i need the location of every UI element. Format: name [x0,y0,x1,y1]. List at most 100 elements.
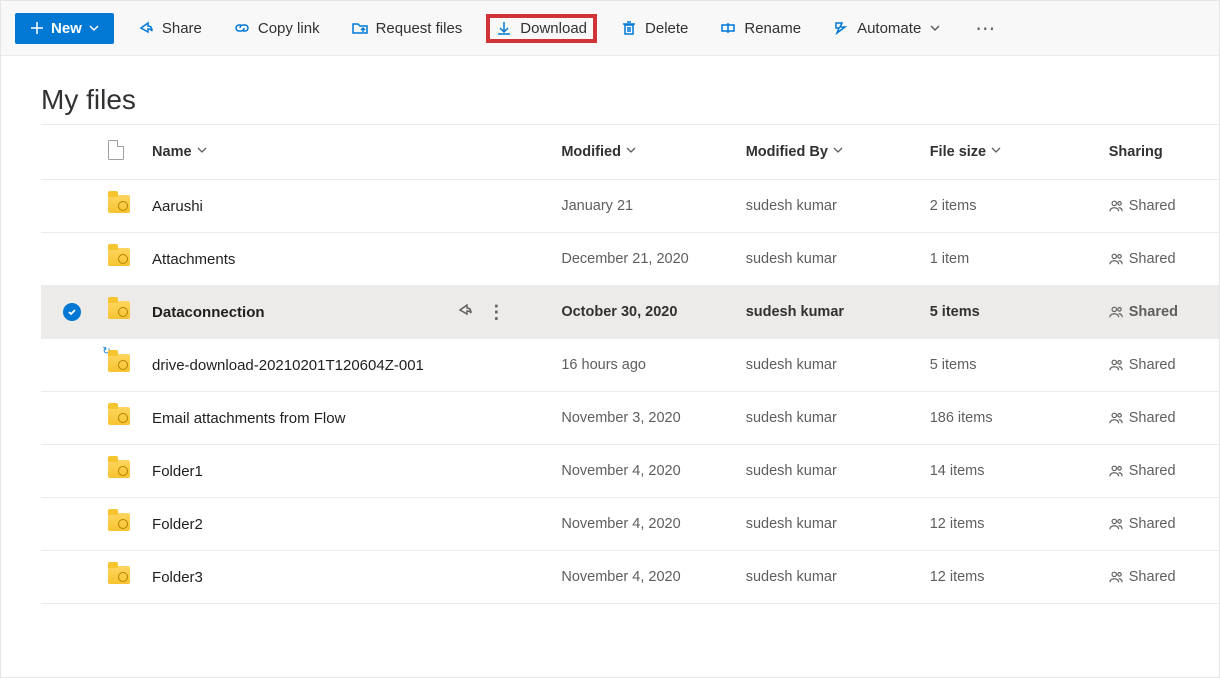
table-row[interactable]: Folder1November 4, 2020sudesh kumar14 it… [41,445,1219,498]
item-name[interactable]: Folder1 [152,463,203,480]
cell-sharing[interactable]: Shared [1109,516,1211,532]
folder-icon [108,248,130,266]
header-file-size[interactable]: File size [922,125,1101,180]
toolbar: New Share Copy link Request files Downlo… [1,1,1219,56]
sharing-label: Shared [1129,198,1176,214]
chevron-down-icon [196,144,208,156]
table-row[interactable]: Attachments December 21, 2020sudesh kumar… [41,233,1219,286]
cell-sharing[interactable]: Shared [1109,463,1211,479]
sharing-label: Shared [1129,569,1176,585]
rename-button[interactable]: Rename [712,14,809,43]
copy-link-button[interactable]: Copy link [226,14,328,43]
folder-icon [108,513,130,531]
item-name[interactable]: Email attachments from Flow [152,410,345,427]
cell-size: 5 items [922,339,1101,392]
download-button[interactable]: Download [486,14,597,43]
people-icon [1109,517,1123,531]
rename-icon [720,20,736,36]
new-button[interactable]: New [15,13,114,44]
chevron-down-icon [88,22,100,34]
table-row[interactable]: Email attachments from Flow November 3, 2… [41,392,1219,445]
cell-size: 2 items [922,180,1101,233]
people-icon [1109,199,1123,213]
table-header-row: Name Modified Modified By File size Shar… [41,125,1219,180]
delete-label: Delete [645,20,688,37]
item-name[interactable]: drive-download-20210201T120604Z-001 [152,357,424,374]
item-name[interactable]: Folder2 [152,516,203,533]
delete-icon [621,20,637,36]
header-sharing[interactable]: Sharing [1101,125,1219,180]
more-button[interactable]: ⋯ [965,10,1005,47]
sharing-label: Shared [1129,251,1176,267]
header-modified[interactable]: Modified [553,125,737,180]
delete-button[interactable]: Delete [613,14,696,43]
cell-sharing[interactable]: Shared [1109,251,1211,267]
folder-icon [108,195,130,213]
cell-modified-by: sudesh kumar [738,233,922,286]
folder-icon [108,354,130,372]
cell-modified: January 21 [553,180,737,233]
cell-modified-by: sudesh kumar [738,180,922,233]
request-files-button[interactable]: Request files [344,14,471,43]
cell-size: 5 items [922,286,1101,339]
cell-modified: December 21, 2020 [553,233,737,286]
row-more-icon[interactable]: ⋮ [487,307,505,317]
item-name[interactable]: Aarushi [152,198,203,215]
cell-sharing[interactable]: Shared [1109,569,1211,585]
download-icon [496,20,512,36]
chevron-down-icon [929,22,941,34]
people-icon [1109,305,1123,319]
header-file-type[interactable] [100,125,144,180]
cell-sharing[interactable]: Shared [1109,357,1211,373]
selected-check-icon[interactable] [63,303,81,321]
cell-modified-by: sudesh kumar [738,498,922,551]
folder-icon [108,566,130,584]
cell-sharing[interactable]: Shared [1109,410,1211,426]
item-name[interactable]: Folder3 [152,569,203,586]
cell-modified-by: sudesh kumar [738,445,922,498]
folder-icon [108,460,130,478]
table-row[interactable]: Aarushi January 21sudesh kumar2 items Shar… [41,180,1219,233]
automate-icon [833,20,849,36]
cell-modified: November 3, 2020 [553,392,737,445]
sharing-label: Shared [1129,304,1178,320]
file-table: Name Modified Modified By File size Shar… [41,124,1219,604]
row-share-icon[interactable] [457,302,473,322]
header-name[interactable]: Name [144,125,553,180]
automate-label: Automate [857,20,921,37]
table-row[interactable]: Folder2 November 4, 2020sudesh kumar12 it… [41,498,1219,551]
cell-modified: November 4, 2020 [553,551,737,604]
sharing-label: Shared [1129,410,1176,426]
sharing-label: Shared [1129,516,1176,532]
cell-modified: October 30, 2020 [553,286,737,339]
cell-sharing[interactable]: Shared [1109,304,1211,320]
share-button[interactable]: Share [130,14,210,43]
cell-modified-by: sudesh kumar [738,339,922,392]
folder-request-icon [352,20,368,36]
chevron-down-icon [990,144,1002,156]
people-icon [1109,358,1123,372]
table-row[interactable]: ↻drive-download-20210201T120604Z-00116 h… [41,339,1219,392]
cell-modified-by: sudesh kumar [738,551,922,604]
item-name[interactable]: Attachments [152,251,235,268]
people-icon [1109,252,1123,266]
download-label: Download [520,20,587,37]
automate-button[interactable]: Automate [825,14,949,43]
share-icon [138,20,154,36]
people-icon [1109,570,1123,584]
cell-sharing[interactable]: Shared [1109,198,1211,214]
table-row[interactable]: Folder3November 4, 2020sudesh kumar12 it… [41,551,1219,604]
share-label: Share [162,20,202,37]
header-modified-by[interactable]: Modified By [738,125,922,180]
cell-modified-by: sudesh kumar [738,392,922,445]
cell-modified: November 4, 2020 [553,498,737,551]
plus-icon [29,20,45,36]
document-icon [108,140,124,160]
item-name[interactable]: Dataconnection [152,304,265,321]
people-icon [1109,411,1123,425]
cell-size: 186 items [922,392,1101,445]
folder-icon [108,301,130,319]
cell-size: 12 items [922,498,1101,551]
table-row[interactable]: Dataconnection⋮October 30, 2020sudesh ku… [41,286,1219,339]
sharing-label: Shared [1129,357,1176,373]
